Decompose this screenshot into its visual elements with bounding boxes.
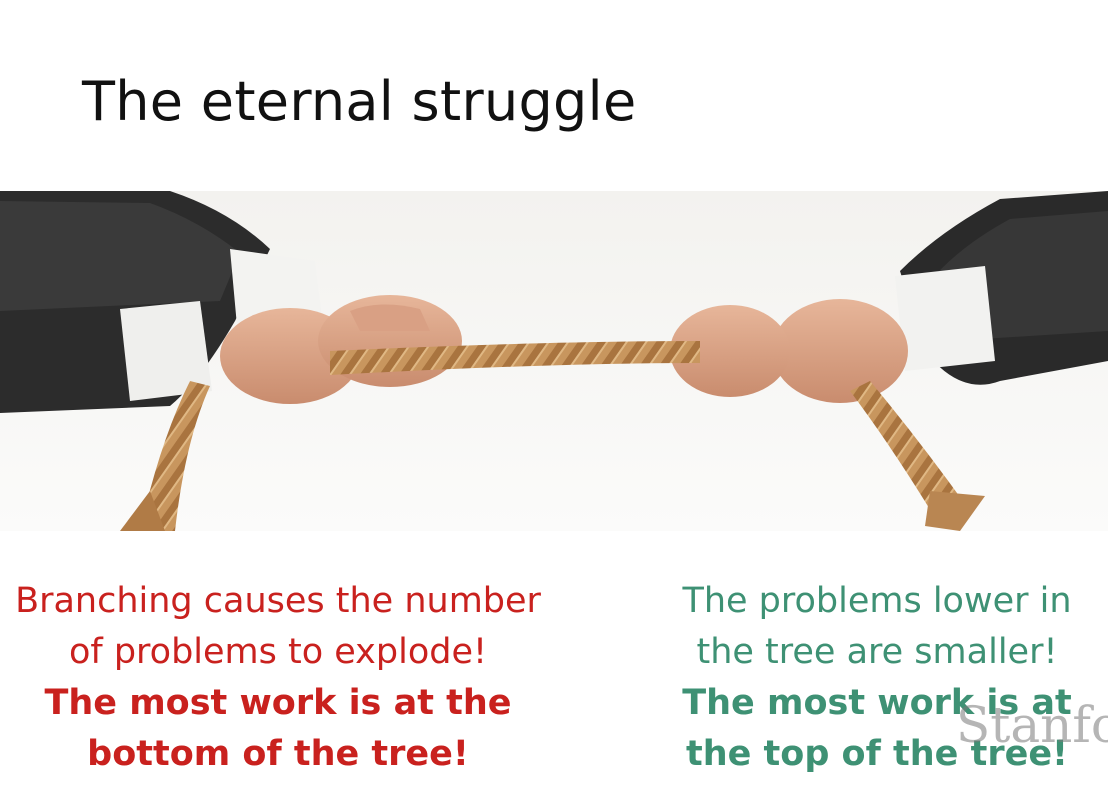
slide-title: The eternal struggle — [82, 70, 637, 133]
left-caption: Branching causes the number of problems … — [0, 576, 556, 780]
right-caption-line: the tree are smaller! — [696, 632, 1058, 672]
stanford-watermark: Stanford — [956, 696, 1108, 754]
left-caption-line: of problems to explode! — [68, 632, 488, 672]
right-caption-line: The problems lower in — [682, 581, 1072, 621]
left-caption-line: Branching causes the number — [15, 581, 541, 621]
left-caption-bold-line: The most work is at the — [44, 683, 512, 723]
left-caption-bold-line: bottom of the tree! — [87, 734, 469, 774]
tug-of-war-photo — [0, 191, 1108, 531]
tug-of-war-icon — [0, 191, 1108, 531]
